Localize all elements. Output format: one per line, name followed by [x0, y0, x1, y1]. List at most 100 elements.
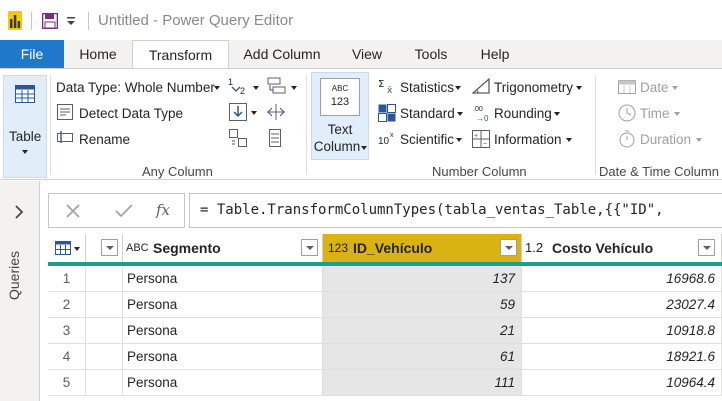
standard-button[interactable]: Standard [400, 106, 455, 122]
svg-text:−: − [483, 141, 487, 148]
column-filter-button[interactable] [301, 239, 318, 256]
tab-tools[interactable]: Tools [399, 40, 463, 68]
whole-number-type-icon[interactable]: 123 [328, 234, 348, 262]
insert-function-icon[interactable]: fx [156, 201, 170, 219]
expand-queries-icon[interactable] [13, 205, 25, 219]
scientific-icon: 10 x [378, 132, 394, 146]
table-menu-header[interactable] [48, 234, 86, 262]
blank-cell[interactable] [86, 370, 123, 396]
replace-values-icon[interactable] [267, 77, 287, 95]
text-type-icon[interactable]: ABC [126, 234, 149, 262]
cancel-icon[interactable] [65, 203, 81, 219]
statistics-button[interactable]: Statistics [400, 80, 454, 96]
column-header-id-vehiculo[interactable]: 123 ID_Vehículo [323, 234, 522, 262]
row-number[interactable]: 4 [48, 344, 86, 370]
column-header-segmento[interactable]: ABC Segmento [123, 234, 323, 262]
statistics-icon: Σ x̄ [378, 79, 393, 94]
chevron-down-icon [74, 247, 80, 251]
column-filter-button[interactable] [500, 239, 517, 256]
id-vehiculo-cell[interactable]: 61 [323, 344, 522, 370]
tab-add-column[interactable]: Add Column [229, 40, 335, 68]
trigonometry-icon [472, 78, 490, 94]
row-number[interactable]: 5 [48, 370, 86, 396]
rename-icon [57, 131, 73, 143]
group-label-any-column: Any Column [142, 164, 213, 179]
column-header-blank[interactable] [86, 234, 123, 262]
text-column-icon: ABC 123 [320, 78, 360, 116]
costo-vehiculo-cell[interactable]: 18921.6 [522, 344, 722, 370]
svg-text:Σ: Σ [378, 79, 384, 90]
segmento-cell[interactable]: Persona [123, 344, 323, 370]
information-button[interactable]: Information [494, 132, 562, 148]
row-number[interactable]: 3 [48, 318, 86, 344]
detect-data-type-icon [57, 104, 73, 120]
id-vehiculo-cell[interactable]: 111 [323, 370, 522, 396]
blank-cell[interactable] [86, 266, 123, 292]
svg-text:→0: →0 [476, 114, 489, 122]
segmento-cell[interactable]: Persona [123, 318, 323, 344]
tab-transform[interactable]: Transform [132, 40, 229, 69]
title-separator [31, 12, 32, 30]
id-vehiculo-cell[interactable]: 21 [323, 318, 522, 344]
costo-vehiculo-cell[interactable]: 10918.8 [522, 318, 722, 344]
tab-help[interactable]: Help [463, 40, 527, 68]
costo-vehiculo-cell[interactable]: 23027.4 [522, 292, 722, 318]
trigonometry-button[interactable]: Trigonometry [494, 80, 573, 96]
app-icon [8, 11, 22, 30]
column-filter-button[interactable] [101, 239, 118, 256]
svg-text:2: 2 [240, 86, 245, 95]
costo-vehiculo-cell[interactable]: 10964.4 [522, 370, 722, 396]
tab-file[interactable]: File [0, 40, 64, 68]
row-number[interactable]: 1 [48, 266, 86, 292]
save-icon[interactable] [42, 13, 58, 29]
chevron-down-icon [253, 86, 259, 90]
tab-home[interactable]: Home [64, 40, 132, 68]
column-header-costo-vehiculo[interactable]: 1.2 Costo Vehículo [522, 234, 722, 262]
segmento-cell[interactable]: Persona [123, 266, 323, 292]
segmento-cell[interactable]: Persona [123, 292, 323, 318]
move-column-icon[interactable] [229, 129, 247, 147]
chevron-down-icon [251, 111, 257, 115]
blank-cell[interactable] [86, 344, 123, 370]
standard-icon [378, 104, 396, 122]
blank-cell[interactable] [86, 292, 123, 318]
segmento-cell[interactable]: Persona [123, 370, 323, 396]
svg-text:1: 1 [228, 77, 233, 87]
data-type-dropdown[interactable]: Data Type: Whole Number [56, 80, 215, 96]
rounding-icon: .00 →0 [473, 106, 489, 122]
id-vehiculo-cell[interactable]: 137 [323, 266, 522, 292]
rounding-button[interactable]: Rounding [494, 106, 552, 122]
detect-data-type-button[interactable]: Detect Data Type [79, 106, 183, 122]
chevron-down-icon [291, 86, 297, 90]
scientific-button[interactable]: Scientific [400, 132, 454, 148]
confirm-icon[interactable] [115, 203, 133, 219]
column-name: Costo Vehículo [552, 240, 654, 256]
queries-pane-label[interactable]: Queries [6, 251, 22, 300]
duration-button[interactable]: Duration [640, 132, 691, 148]
chevron-down-icon [214, 86, 220, 90]
date-button[interactable]: Date [640, 80, 669, 96]
chevron-down-icon [554, 112, 560, 116]
table-button[interactable]: Table [3, 75, 47, 178]
blank-cell[interactable] [86, 318, 123, 344]
table-row: 4 Persona 61 18921.6 [48, 344, 722, 370]
decimal-type-icon[interactable]: 1.2 [525, 234, 543, 262]
group-separator [306, 75, 307, 175]
row-number[interactable]: 2 [48, 292, 86, 318]
tab-view[interactable]: View [335, 40, 399, 68]
pivot-column-icon[interactable] [266, 103, 286, 121]
customize-quick-access-icon[interactable] [66, 14, 76, 28]
id-vehiculo-cell[interactable]: 59 [323, 292, 522, 318]
column-filter-button[interactable] [698, 239, 715, 256]
costo-vehiculo-cell[interactable]: 16968.6 [522, 266, 722, 292]
svg-text:.00: .00 [473, 106, 483, 113]
rename-button[interactable]: Rename [79, 132, 130, 148]
time-button[interactable]: Time [640, 106, 670, 122]
text-column-button[interactable]: ABC 123 Text Column [311, 72, 369, 160]
group-separator [50, 75, 51, 175]
convert-to-list-icon[interactable] [269, 129, 281, 147]
fill-icon[interactable] [229, 103, 247, 121]
formula-buttons: fx [48, 193, 185, 228]
sort-numbers-icon[interactable]: 1 2 [228, 77, 250, 95]
formula-input[interactable]: = Table.TransformColumnTypes(tabla_venta… [189, 193, 722, 228]
